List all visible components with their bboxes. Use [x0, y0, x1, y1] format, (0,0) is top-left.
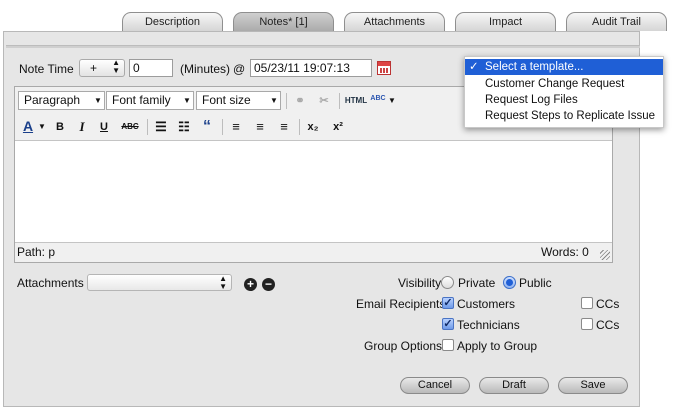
- toolbar-separator: [147, 119, 148, 135]
- font-size-select[interactable]: Font size ▼: [196, 91, 281, 110]
- visibility-label: Visibility: [398, 276, 442, 290]
- spellcheck-dropdown-icon[interactable]: ▼: [387, 92, 397, 110]
- html-source-button[interactable]: HTML: [344, 92, 368, 110]
- format-select-value: Paragraph: [24, 93, 81, 107]
- menu-item-label: Select a template...: [485, 61, 584, 73]
- public-label: Public: [519, 276, 552, 290]
- updown-arrows-icon: ▲ ▼: [219, 274, 227, 291]
- link-icon[interactable]: ⚭: [291, 92, 309, 110]
- numbered-list-icon[interactable]: ☷: [175, 118, 193, 136]
- tab-label: Notes* [1]: [259, 16, 308, 28]
- save-button[interactable]: Save: [558, 377, 628, 394]
- superscript-button[interactable]: x²: [329, 118, 347, 136]
- bullet-list-icon[interactable]: ☰: [152, 118, 170, 136]
- at-label: @: [233, 62, 246, 76]
- tab-label: Audit Trail: [592, 16, 641, 28]
- technicians-checkbox[interactable]: ✓: [442, 318, 454, 330]
- private-label: Private: [458, 276, 496, 290]
- bold-button[interactable]: B: [51, 118, 69, 136]
- tab-notes[interactable]: Notes* [1]: [233, 12, 334, 32]
- menu-item-label: Request Steps to Replicate Issue: [485, 110, 656, 122]
- note-time-label: Note Time: [19, 62, 74, 76]
- dropdown-arrow-icon: ▼: [270, 96, 278, 105]
- italic-button[interactable]: I: [73, 118, 91, 136]
- font-size-value: Font size: [202, 93, 251, 107]
- menu-item-label: Request Log Files: [485, 94, 578, 106]
- visibility-private-radio[interactable]: [441, 276, 454, 289]
- spellcheck-icon[interactable]: ABC: [369, 90, 387, 108]
- tab-description[interactable]: Description: [122, 12, 223, 32]
- toolbar-separator: [299, 119, 300, 135]
- strikethrough-button[interactable]: ABC: [118, 118, 142, 136]
- align-right-icon[interactable]: ≡: [275, 118, 293, 136]
- blockquote-icon[interactable]: “: [198, 118, 216, 136]
- menu-item-label: Customer Change Request: [485, 78, 625, 90]
- cancel-button[interactable]: Cancel: [400, 377, 470, 394]
- technicians-cc-label: CCs: [596, 318, 620, 332]
- unlink-icon[interactable]: ✂: [315, 92, 333, 110]
- datetime-input[interactable]: 05/23/11 19:07:13: [250, 59, 372, 77]
- minutes-input[interactable]: 0: [129, 59, 173, 77]
- template-option-customer-change-request[interactable]: Customer Change Request: [465, 76, 663, 92]
- subscript-button[interactable]: x₂: [304, 118, 322, 136]
- tab-label: Attachments: [363, 16, 426, 28]
- font-color-dropdown-icon[interactable]: ▼: [37, 118, 47, 136]
- font-color-icon[interactable]: A: [19, 117, 37, 135]
- underline-button[interactable]: U: [95, 118, 113, 136]
- updown-arrows-icon: ▲ ▼: [112, 58, 120, 75]
- template-option-select[interactable]: ✓ Select a template...: [465, 59, 663, 75]
- sign-value: +: [90, 61, 98, 75]
- font-family-select[interactable]: Font family ▼: [106, 91, 194, 110]
- customers-cc-checkbox[interactable]: [581, 297, 593, 309]
- customers-label: Customers: [457, 297, 516, 311]
- template-option-request-log-files[interactable]: Request Log Files: [465, 92, 663, 108]
- note-time-sign-select[interactable]: + ▲ ▼: [79, 59, 125, 77]
- checkmark-icon: ✓: [469, 61, 479, 73]
- technicians-label: Technicians: [457, 318, 520, 332]
- dropdown-arrow-icon: ▼: [183, 96, 191, 105]
- draft-button[interactable]: Draft: [479, 377, 549, 394]
- tab-attachments[interactable]: Attachments: [344, 12, 445, 32]
- email-recipients-label: Email Recipients: [356, 297, 446, 311]
- align-center-icon[interactable]: ≡: [251, 118, 269, 136]
- customers-checkbox[interactable]: ✓: [442, 297, 454, 309]
- tab-impact[interactable]: Impact: [455, 12, 556, 32]
- customers-cc-label: CCs: [596, 297, 620, 311]
- tab-audit-trail[interactable]: Audit Trail: [566, 12, 667, 32]
- tab-label: Impact: [488, 16, 522, 28]
- visibility-public-radio[interactable]: [503, 276, 516, 289]
- resize-grip-icon[interactable]: [600, 250, 610, 260]
- attachments-select[interactable]: ▲ ▼: [87, 274, 232, 291]
- attachments-label: Attachments: [17, 276, 84, 290]
- apply-to-group-label: Apply to Group: [457, 339, 538, 353]
- technicians-cc-checkbox[interactable]: [581, 318, 593, 330]
- font-family-value: Font family: [112, 93, 171, 107]
- template-menu: ✓ Select a template... Customer Change R…: [464, 56, 664, 128]
- editor-path: Path: p: [17, 245, 56, 259]
- remove-attachment-icon[interactable]: −: [262, 278, 275, 291]
- editor-statusbar: Path: p Words: 0: [15, 243, 612, 262]
- apply-to-group-checkbox[interactable]: [442, 339, 454, 351]
- tab-label: Description: [144, 16, 201, 28]
- align-left-icon[interactable]: ≡: [227, 118, 245, 136]
- template-option-request-steps[interactable]: Request Steps to Replicate Issue: [465, 108, 663, 124]
- group-options-label: Group Options: [364, 339, 443, 353]
- word-count: Words: 0: [541, 245, 589, 259]
- note-text-area[interactable]: [15, 140, 612, 243]
- calendar-icon[interactable]: [377, 61, 391, 75]
- toolbar-separator: [286, 93, 287, 109]
- toolbar-separator: [339, 93, 340, 109]
- format-select[interactable]: Paragraph ▼: [18, 91, 105, 110]
- dropdown-arrow-icon: ▼: [94, 96, 102, 105]
- add-attachment-icon[interactable]: +: [244, 278, 257, 291]
- minutes-label: (Minutes): [180, 62, 231, 76]
- panel-divider: [6, 45, 640, 48]
- toolbar-separator: [222, 119, 223, 135]
